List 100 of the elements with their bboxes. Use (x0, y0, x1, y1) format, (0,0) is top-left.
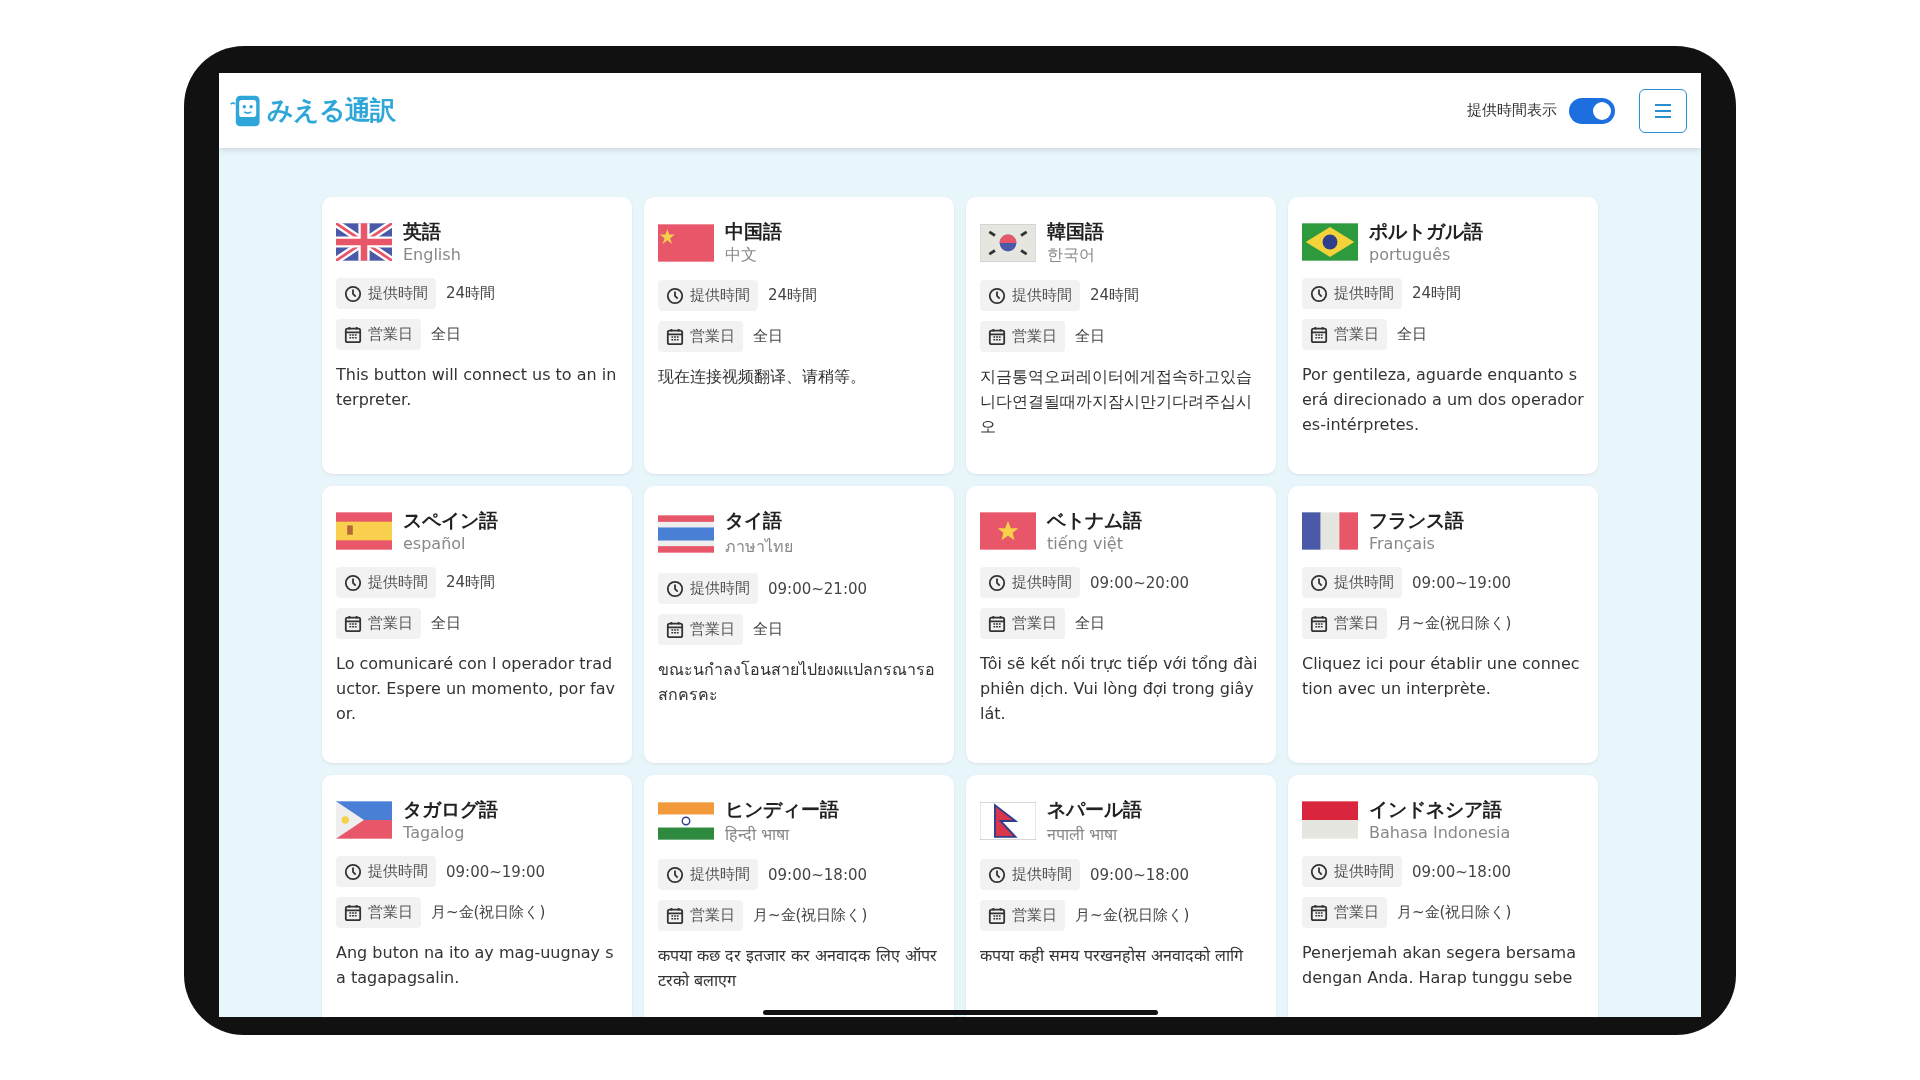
native-name: 한국어 (1047, 245, 1096, 266)
days-value: 月~金(祝日除く) (1397, 614, 1512, 633)
language-card[interactable]: 中国語 中文 提供時間 24時間 営業日 全日 现在连接视频翻译、请稍等。 (644, 197, 954, 474)
language-name: ヒンディー語 (725, 797, 839, 822)
native-name: 中文 (725, 245, 758, 266)
language-name: タイ語 (725, 508, 783, 533)
flag-icon (980, 223, 1036, 262)
hours-value: 24時間 (1412, 284, 1462, 303)
message-text: Lo comunicaré con l operador traductor. Espere un momento, por favor. (336, 653, 616, 725)
clock-icon (988, 573, 1006, 592)
clock-icon (344, 573, 362, 592)
days-label: 営業日 (690, 620, 735, 639)
language-card[interactable]: ネパール語 नपाली भाषा 提供時間 09:00~18:00 営業日 月~金(祝日除く) कपया कही समय परखनहोस अनवादको लागि (966, 775, 1276, 1017)
flag-icon (1302, 800, 1358, 839)
flag-icon (1302, 222, 1358, 261)
message-text: Por gentileza, aguarde enquanto será direcionado a um dos operadores-intérpretes. (1302, 364, 1584, 436)
hours-value: 09:00~18:00 (768, 865, 868, 884)
calendar-icon (988, 906, 1006, 925)
days-label: 営業日 (368, 614, 413, 633)
calendar-icon (988, 327, 1006, 346)
flag-icon (658, 514, 714, 553)
calendar-icon (666, 620, 684, 639)
toggle-switch[interactable] (1569, 97, 1615, 124)
language-card[interactable]: ベトナム語 tiếng việt 提供時間 09:00~20:00 営業日 全日 Tôi sẽ kết nối trực tiếp với tổng đài phiên dịch. Vui lòng đợi trong giây lát. (966, 486, 1276, 763)
days-label: 営業日 (1334, 614, 1379, 633)
calendar-icon (344, 614, 362, 633)
hours-label: 提供時間 (690, 286, 750, 305)
hours-value: 09:00~19:00 (1412, 573, 1512, 592)
clock-icon (666, 286, 684, 305)
native-name: ภาษาไทย (725, 536, 793, 558)
language-card[interactable]: インドネシア語 Bahasa Indonesia 提供時間 09:00~18:00 営業日 月~金(祝日除く) Penerjemah akan segera bersama dengan Anda. Harap tunggu sebe (1288, 775, 1598, 1017)
flag-icon (336, 800, 392, 839)
language-name: フランス語 (1369, 508, 1464, 533)
hours-value: 24時間 (446, 573, 496, 592)
days-value: 月~金(祝日除く) (1075, 906, 1190, 925)
native-name: tiếng việt (1047, 534, 1124, 553)
flag-icon (980, 802, 1036, 840)
flag-icon (658, 802, 714, 840)
hours-label: 提供時間 (368, 573, 428, 592)
flag-icon (658, 223, 714, 262)
hours-label: 提供時間 (690, 579, 750, 598)
message-text: 现在连接视频翻译、请稍等。 (658, 366, 867, 388)
native-name: Français (1369, 534, 1436, 553)
clock-icon (988, 865, 1006, 884)
native-name: हिन्दी भाषा (725, 824, 791, 845)
language-name: ベトナム語 (1047, 508, 1142, 533)
clock-icon (666, 579, 684, 598)
message-text: Penerjemah akan segera bersama dengan Anda. Harap tunggu sebe (1302, 942, 1577, 989)
calendar-icon (666, 906, 684, 925)
days-label: 営業日 (1012, 906, 1057, 925)
menu-button[interactable] (1639, 88, 1687, 133)
calendar-icon (666, 327, 684, 346)
hours-value: 09:00~18:00 (1090, 865, 1190, 884)
language-card[interactable]: ヒンディー語 हिन्दी भाषा 提供時間 09:00~18:00 営業日 月~金(祝日除く) कपया कछ दर इतजार कर अनवादक लिए ऑपरटरको बलाएग (644, 775, 954, 1017)
language-name: 韓国語 (1047, 219, 1104, 244)
native-name: português (1369, 245, 1452, 264)
native-name: Tagalog (403, 823, 466, 842)
flag-icon (980, 511, 1036, 550)
clock-icon (1310, 573, 1328, 592)
days-value: 月~金(祝日除く) (431, 903, 546, 922)
clock-icon (1310, 284, 1328, 303)
message-text: ขณะนกำลงโอนสายไปยงผแปลกรณารอสกครคะ (658, 659, 936, 706)
message-text: Cliquez ici pour établir une connection avec un interprète. (1302, 653, 1581, 700)
hours-label: 提供時間 (1334, 573, 1394, 592)
message-text: This button will connect us to an interpreter. (336, 364, 618, 411)
flag-icon (336, 511, 392, 550)
language-card[interactable]: ポルトガル語 português 提供時間 24時間 営業日 全日 Por gentileza, aguarde enquanto será direcionado a um dos operadores-intérpretes. (1288, 197, 1598, 474)
language-name: 中国語 (725, 219, 782, 244)
days-value: 全日 (431, 614, 461, 633)
clock-icon (988, 286, 1006, 305)
clock-icon (344, 862, 362, 881)
logo-text: みえる通訳 (267, 94, 395, 127)
hours-value: 24時間 (768, 286, 818, 305)
calendar-icon (1310, 614, 1328, 633)
hours-label: 提供時間 (690, 865, 750, 884)
days-value: 月~金(祝日除く) (1397, 903, 1512, 922)
days-value: 全日 (1075, 614, 1105, 633)
language-card[interactable]: スペイン語 español 提供時間 24時間 営業日 全日 Lo comunicaré con l operador traductor. Espere un momento, por favor. (322, 486, 632, 763)
hours-label: 提供時間 (1334, 862, 1394, 881)
calendar-icon (344, 903, 362, 922)
language-card[interactable]: 韓国語 한국어 提供時間 24時間 営業日 全日 지금통역오퍼레이터에게접속하고있습니다연결될때까지잠시만기다려주십시오 (966, 197, 1276, 474)
flag-icon (1302, 511, 1358, 550)
days-label: 営業日 (690, 327, 735, 346)
days-label: 営業日 (690, 906, 735, 925)
language-card[interactable]: フランス語 Français 提供時間 09:00~19:00 営業日 月~金(祝日除く) Cliquez ici pour établir une connection avec un interprète. (1288, 486, 1598, 763)
flag-icon (336, 222, 392, 261)
clock-icon (666, 865, 684, 884)
menu-icon (1654, 103, 1672, 118)
hours-value: 09:00~20:00 (1090, 573, 1190, 592)
days-label: 営業日 (1334, 325, 1379, 344)
calendar-icon (1310, 325, 1328, 344)
hours-label: 提供時間 (368, 284, 428, 303)
language-name: ネパール語 (1047, 797, 1142, 822)
hours-label: 提供時間 (1012, 286, 1072, 305)
days-label: 営業日 (1012, 614, 1057, 633)
days-label: 営業日 (368, 325, 413, 344)
language-card[interactable]: 英語 English 提供時間 24時間 営業日 全日 This button will connect us to an interpreter. (322, 197, 632, 474)
clock-icon (1310, 862, 1328, 881)
language-card[interactable]: タガログ語 Tagalog 提供時間 09:00~19:00 営業日 月~金(祝日除く) Ang buton na ito ay mag-uugnay sa tagapagsalin. (322, 775, 632, 1017)
language-card[interactable]: タイ語 ภาษาไทย 提供時間 09:00~21:00 営業日 全日 ขณะนกำลงโอนสายไปยงผแปลกรณารอสกครคะ (644, 486, 954, 763)
